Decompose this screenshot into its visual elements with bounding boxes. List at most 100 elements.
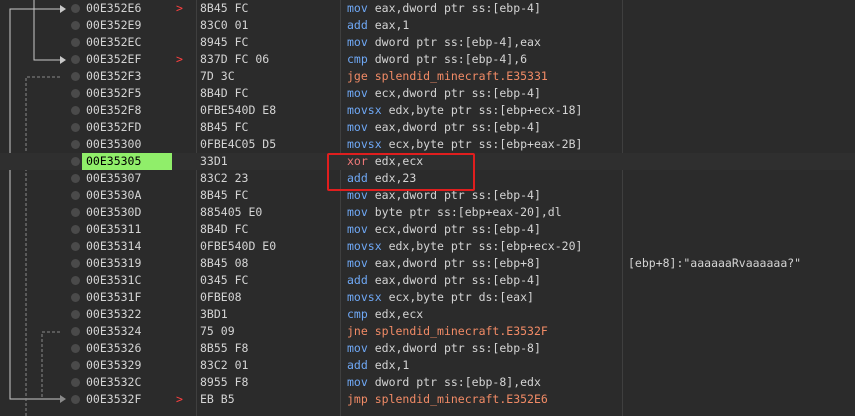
- instruction-operands: ecx,byte ptr ds:[eax]: [388, 290, 534, 304]
- instruction-text: mov ecx,dword ptr ss:[ebp-4]: [347, 221, 541, 238]
- instruction-text: cmp dword ptr ss:[ebp-4],6: [347, 51, 527, 68]
- instruction-row[interactable]: 00E352EF >837D FC 06 cmp dword ptr ss:[ebp…: [0, 51, 855, 68]
- breakpoint-dot-icon[interactable]: [71, 174, 80, 183]
- instruction-mnemonic: movsx: [347, 290, 382, 304]
- instruction-operands: dword ptr ss:[ebp-4],6: [374, 52, 528, 66]
- instruction-comment: [ebp+8]:"aaaaaaRvaaaaaa?": [628, 256, 802, 270]
- instruction-row[interactable]: 00E352F8 0FBE540D E8 movsx edx,byte ptr ss…: [0, 102, 855, 119]
- breakpoint-dot-icon[interactable]: [71, 361, 80, 370]
- jump-target-marker: >: [176, 52, 183, 66]
- instruction-bytes: 837D FC 06: [200, 52, 270, 66]
- breakpoint-dot-icon[interactable]: [71, 123, 80, 132]
- instruction-operands: eax,1: [374, 18, 410, 32]
- instruction-row[interactable]: 00E3530D 885405 E0 mov byte ptr ss:[ebp+ea…: [0, 204, 855, 221]
- instruction-text: movsx edx,byte ptr ss:[ebp+ecx-18]: [347, 102, 582, 119]
- instruction-row[interactable]: 00E3532C 8955 F8 mov dword ptr ss:[ebp-8],…: [0, 374, 855, 391]
- instruction-bytes: 0FBE4C05 D5: [200, 137, 277, 151]
- instruction-text: mov dword ptr ss:[ebp-4],eax: [347, 34, 541, 51]
- breakpoint-dot-icon[interactable]: [71, 208, 80, 217]
- instruction-mnemonic: mov: [347, 120, 368, 134]
- instruction-row[interactable]: 00E35324 75 09 jne splendid_minecraft.E353…: [0, 323, 855, 340]
- instruction-row[interactable]: 00E352E9 83C0 01 add eax,1: [0, 17, 855, 34]
- instruction-bytes: 0345 FC: [200, 273, 249, 287]
- instruction-address: 00E352F8: [86, 103, 142, 117]
- breakpoint-dot-icon[interactable]: [71, 4, 80, 13]
- instruction-operands: edx,ecx: [374, 307, 424, 321]
- instruction-row[interactable]: 00E352F3 7D 3C jge splendid_minecraft.E353…: [0, 68, 855, 85]
- instruction-row[interactable]: 00E35329 83C2 01 add edx,1: [0, 357, 855, 374]
- breakpoint-dot-icon[interactable]: [71, 106, 80, 115]
- instruction-mnemonic: jge: [347, 69, 368, 83]
- instruction-mnemonic: mov: [347, 1, 368, 15]
- breakpoint-dot-icon[interactable]: [71, 72, 80, 81]
- breakpoint-dot-icon[interactable]: [71, 276, 80, 285]
- instruction-row[interactable]: 00E35311 8B4D FC mov ecx,dword ptr ss:[ebp…: [0, 221, 855, 238]
- instruction-mnemonic: mov: [347, 222, 368, 236]
- instruction-operands: ecx,dword ptr ss:[ebp-4]: [374, 86, 541, 100]
- instruction-bytes: 8B55 F8: [200, 341, 249, 355]
- disassembly-view[interactable]: 00E352E6 >8B45 FC mov eax,dword ptr ss:[eb…: [0, 0, 855, 416]
- instruction-address: 00E352F5: [86, 86, 142, 100]
- instruction-row[interactable]: 00E35326 8B55 F8 mov edx,dword ptr ss:[ebp…: [0, 340, 855, 357]
- instruction-address: 00E352E6: [86, 1, 142, 15]
- instruction-operands: dword ptr ss:[ebp-4],eax: [374, 35, 541, 49]
- instruction-row[interactable]: 00E352FD 8B45 FC mov eax,dword ptr ss:[ebp…: [0, 119, 855, 136]
- instruction-mnemonic: mov: [347, 86, 368, 100]
- instruction-row[interactable]: 00E35322 3BD1 cmp edx,ecx: [0, 306, 855, 323]
- instruction-row[interactable]: 00E3531C 0345 FC add eax,dword ptr ss:[ebp…: [0, 272, 855, 289]
- breakpoint-dot-icon[interactable]: [71, 344, 80, 353]
- instruction-address: 00E3531F: [86, 290, 142, 304]
- instruction-text: mov edx,dword ptr ss:[ebp-8]: [347, 340, 541, 357]
- instruction-operands: splendid_minecraft.E352E6: [374, 392, 548, 406]
- breakpoint-dot-icon[interactable]: [71, 259, 80, 268]
- instruction-mnemonic: mov: [347, 375, 368, 389]
- instruction-row[interactable]: 00E3531F 0FBE08 movsx ecx,byte ptr ds:[eax…: [0, 289, 855, 306]
- instruction-operands: eax,dword ptr ss:[ebp-4]: [374, 273, 541, 287]
- breakpoint-dot-icon[interactable]: [71, 225, 80, 234]
- breakpoint-dot-icon[interactable]: [71, 21, 80, 30]
- instruction-operands: byte ptr ss:[ebp+eax-20],dl: [374, 205, 562, 219]
- instruction-bytes: 0FBE540D E0: [200, 239, 277, 253]
- breakpoint-dot-icon[interactable]: [71, 242, 80, 251]
- instruction-address: 00E35329: [86, 358, 142, 372]
- instruction-row[interactable]: 00E35314 0FBE540D E0 movsx edx,byte ptr ss…: [0, 238, 855, 255]
- instruction-row[interactable]: 00E3532F > EB B5 jmp splendid_minecraft.E35…: [0, 391, 855, 408]
- instruction-operands: eax,dword ptr ss:[ebp+8]: [374, 256, 541, 270]
- instruction-text: movsx edx,byte ptr ss:[ebp+ecx-20]: [347, 238, 582, 255]
- instruction-mnemonic: movsx: [347, 239, 382, 253]
- instruction-mnemonic: add: [347, 273, 368, 287]
- instruction-row[interactable]: 00E35300 0FBE4C05 D5 movsx ecx,byte ptr ss…: [0, 136, 855, 153]
- instruction-text: add eax,dword ptr ss:[ebp-4]: [347, 272, 541, 289]
- instruction-text: jne splendid_minecraft.E3532F: [347, 323, 548, 340]
- instruction-address: 00E35307: [86, 171, 142, 185]
- instruction-operands: eax,dword ptr ss:[ebp-4]: [374, 120, 541, 134]
- instruction-row[interactable]: 00E352F5 8B4D FC mov ecx,dword ptr ss:[ebp…: [0, 85, 855, 102]
- breakpoint-dot-icon[interactable]: [71, 378, 80, 387]
- instruction-row[interactable]: 00E35319 8B45 08 mov eax,dword ptr ss:[ebp…: [0, 255, 855, 272]
- instruction-bytes: 8B4D FC: [200, 86, 249, 100]
- breakpoint-dot-icon[interactable]: [71, 38, 80, 47]
- instruction-mnemonic: mov: [347, 205, 368, 219]
- breakpoint-dot-icon[interactable]: [71, 293, 80, 302]
- instruction-row[interactable]: 00E352EC 8945 FC mov dword ptr ss:[ebp-4],…: [0, 34, 855, 51]
- instruction-operands: ecx,byte ptr ss:[ebp+eax-2B]: [388, 137, 583, 151]
- instruction-operands: edx,dword ptr ss:[ebp-8]: [374, 341, 541, 355]
- breakpoint-dot-icon[interactable]: [71, 140, 80, 149]
- instruction-text: add edx,1: [347, 357, 409, 374]
- instruction-address: 00E35311: [86, 222, 142, 236]
- instruction-mnemonic: add: [347, 358, 368, 372]
- instruction-address: 00E35324: [86, 324, 142, 338]
- breakpoint-dot-icon[interactable]: [71, 157, 80, 166]
- breakpoint-dot-icon[interactable]: [71, 395, 80, 404]
- instruction-operands: eax,dword ptr ss:[ebp-4]: [374, 1, 541, 15]
- instruction-bytes: 8B45 08: [200, 256, 249, 270]
- instruction-row[interactable]: 00E352E6 >8B45 FC mov eax,dword ptr ss:[eb…: [0, 0, 855, 17]
- breakpoint-dot-icon[interactable]: [71, 310, 80, 319]
- instruction-text: mov byte ptr ss:[ebp+eax-20],dl: [347, 204, 562, 221]
- breakpoint-dot-icon[interactable]: [71, 191, 80, 200]
- breakpoint-dot-icon[interactable]: [71, 327, 80, 336]
- instruction-bytes: 885405 E0: [200, 205, 263, 219]
- instruction-list: 00E352E6 >8B45 FC mov eax,dword ptr ss:[eb…: [0, 0, 855, 408]
- breakpoint-dot-icon[interactable]: [71, 89, 80, 98]
- breakpoint-dot-icon[interactable]: [71, 55, 80, 64]
